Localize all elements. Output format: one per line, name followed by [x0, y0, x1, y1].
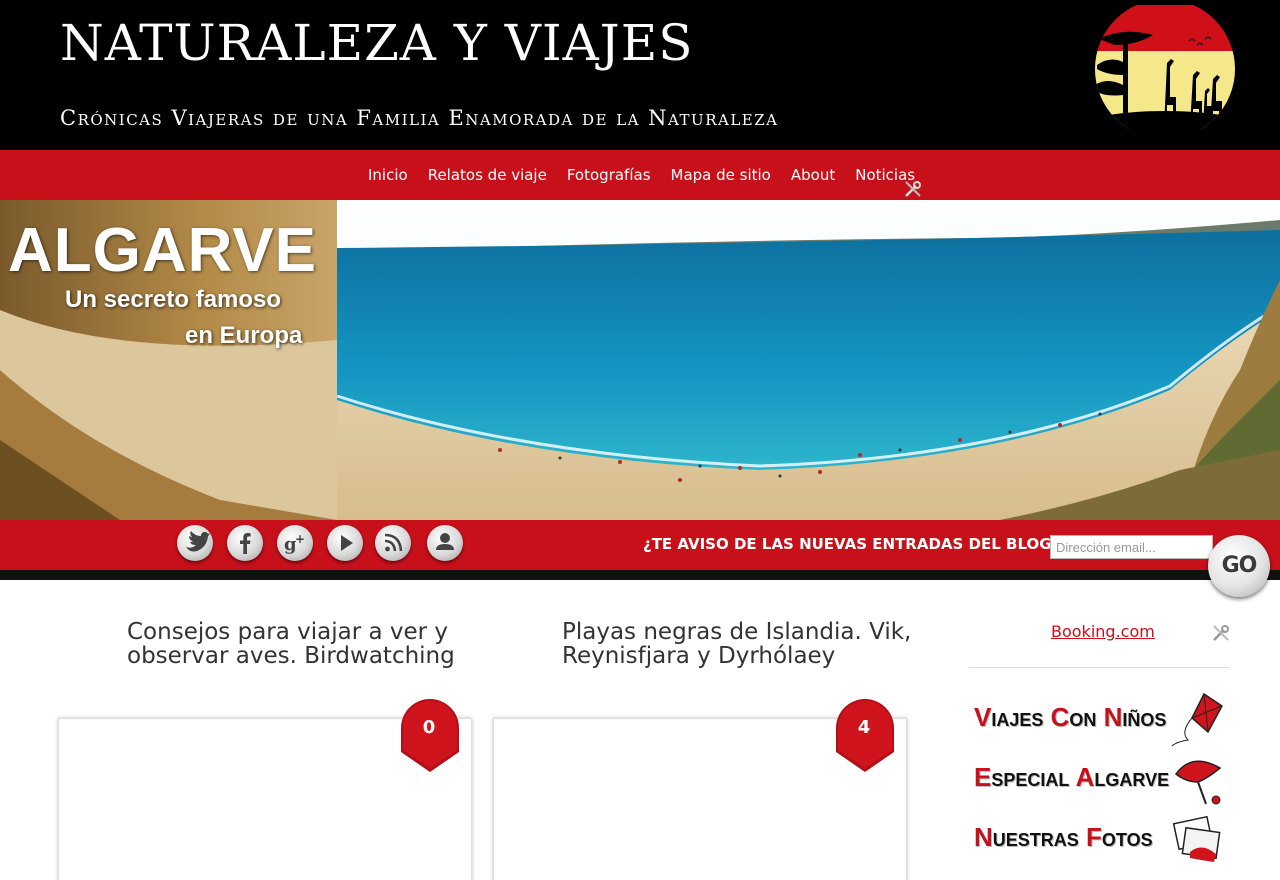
hero-banner[interactable]: ALGARVE Un secreto famoso en Europa [0, 200, 1280, 520]
promo-viajes-con-ninos[interactable]: Viajes Con Niños [972, 692, 1230, 748]
promo-label: Especial Algarve [974, 762, 1170, 792]
go-button[interactable]: GO [1208, 535, 1270, 597]
site-header: NATURALEZA Y VIAJES Crónicas Viajeras de… [0, 0, 1280, 150]
giraffe-sunset-logo-icon[interactable] [1093, 5, 1235, 129]
twitter-icon[interactable] [177, 525, 213, 561]
edit-tools-icon[interactable] [904, 180, 922, 198]
email-field[interactable] [1050, 535, 1213, 559]
site-subtitle: Crónicas Viajeras de una Familia Enamora… [60, 106, 779, 130]
post-title[interactable]: Consejos para viajar a ver y observar av… [127, 620, 467, 668]
banner-subtitle-line1: Un secreto famoso [65, 286, 282, 313]
banner-subtitle-line2: en Europa [185, 322, 303, 349]
photos-icon [1172, 815, 1221, 862]
rss-icon[interactable] [375, 525, 411, 561]
comment-count: 4 [857, 717, 871, 738]
banner-title: ALGARVE [8, 216, 318, 285]
kite-icon [1171, 692, 1223, 747]
svg-text:+: + [295, 532, 305, 546]
promo-label: Viajes Con Niños [974, 702, 1167, 732]
booking-link[interactable]: Booking.com [1051, 622, 1155, 641]
user-icon[interactable] [427, 525, 463, 561]
nav-item-relatos[interactable]: Relatos de viaje [418, 166, 557, 184]
post-title[interactable]: Playas negras de Islandia. Vik, Reynisfj… [562, 620, 912, 668]
main-nav: Inicio Relatos de viaje Fotografías Mapa… [0, 150, 1280, 200]
nav-item-fotografias[interactable]: Fotografías [557, 166, 661, 184]
promo-especial-algarve[interactable]: Especial Algarve [972, 752, 1230, 808]
sidebar-divider [969, 667, 1230, 668]
google-plus-icon[interactable]: g + [277, 525, 313, 561]
nav-list: Inicio Relatos de viaje Fotografías Mapa… [358, 150, 925, 200]
facebook-icon[interactable] [227, 525, 263, 561]
comment-count: 0 [422, 717, 436, 738]
nav-item-about[interactable]: About [781, 166, 845, 184]
comment-count-badge[interactable]: 0 [399, 698, 461, 774]
bar-divider [0, 570, 1280, 580]
comment-count-badge[interactable]: 4 [834, 698, 896, 774]
edit-tools-icon[interactable] [1212, 624, 1230, 642]
nav-item-inicio[interactable]: Inicio [358, 166, 418, 184]
umbrella-icon [1174, 760, 1222, 805]
promo-nuestras-fotos[interactable]: Nuestras Fotos [972, 812, 1230, 868]
site-title[interactable]: NATURALEZA Y VIAJES [60, 14, 693, 72]
nav-item-mapa[interactable]: Mapa de sitio [661, 166, 781, 184]
subscribe-label: ¿TE AVISO DE LAS NUEVAS ENTRADAS DEL BLO… [643, 535, 1061, 553]
promo-label: Nuestras Fotos [974, 822, 1153, 852]
youtube-icon[interactable] [327, 525, 363, 561]
